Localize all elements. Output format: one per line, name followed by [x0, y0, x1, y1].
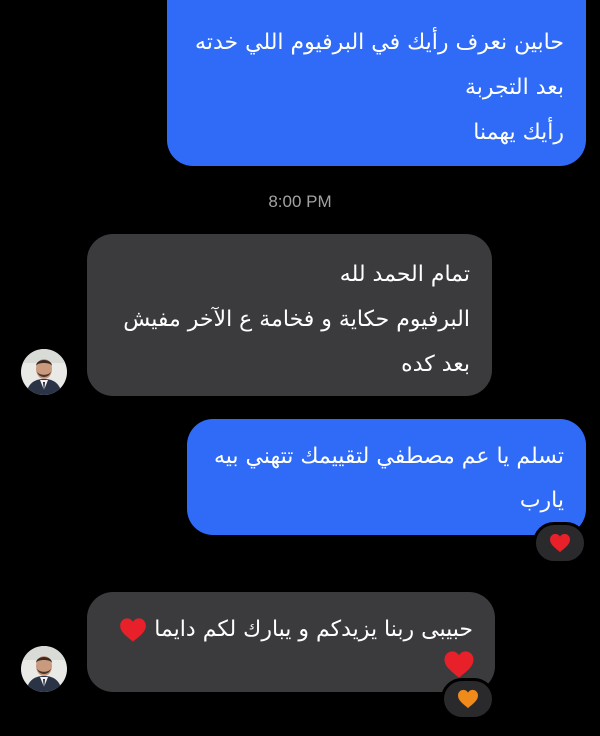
avatar-image — [21, 646, 67, 692]
message-text-line: تمام الحمد لله — [339, 262, 470, 287]
message-text-line: حابين نعرف رأيك في البرفيوم اللي خدته — [195, 30, 564, 55]
message-text-line: حبيبى ربنا يزيدكم و يبارك لكم دايما — [87, 608, 473, 652]
message-text-line: يارب — [519, 488, 564, 513]
received-message-bubble[interactable]: حبيبى ربنا يزيدكم و يبارك لكم دايما — [87, 592, 495, 692]
message-reaction[interactable] — [441, 678, 495, 720]
avatar-image — [21, 349, 67, 395]
message-timestamp: 8:00 PM — [268, 192, 332, 211]
red-heart-icon — [550, 533, 570, 553]
sent-message-bubble[interactable]: حابين نعرف رأيك في البرفيوم اللي خدته بع… — [167, 0, 586, 166]
message-text-line: البرفيوم حكاية و فخامة ع الآخر مفيش — [123, 307, 470, 332]
sender-avatar[interactable] — [21, 349, 67, 395]
message-text-line: رأيك يهمنا — [473, 120, 564, 145]
message-text-line: بعد كده — [401, 352, 470, 377]
red-heart-emoji-icon — [120, 618, 147, 642]
message-text-line: بعد التجربة — [465, 75, 564, 100]
red-heart-emoji-icon — [444, 651, 474, 678]
sender-avatar[interactable] — [21, 646, 67, 692]
received-message-bubble[interactable]: تمام الحمد لله البرفيوم حكاية و فخامة ع … — [87, 234, 492, 396]
message-reaction[interactable] — [533, 522, 587, 564]
orange-heart-icon — [458, 689, 478, 709]
message-text-line: تسلم يا عم مصطفي لتقييمك تتهني بيه — [213, 444, 564, 469]
message-text: حبيبى ربنا يزيدكم و يبارك لكم دايما — [154, 617, 473, 642]
sent-message-bubble[interactable]: تسلم يا عم مصطفي لتقييمك تتهني بيه يارب — [187, 419, 586, 535]
